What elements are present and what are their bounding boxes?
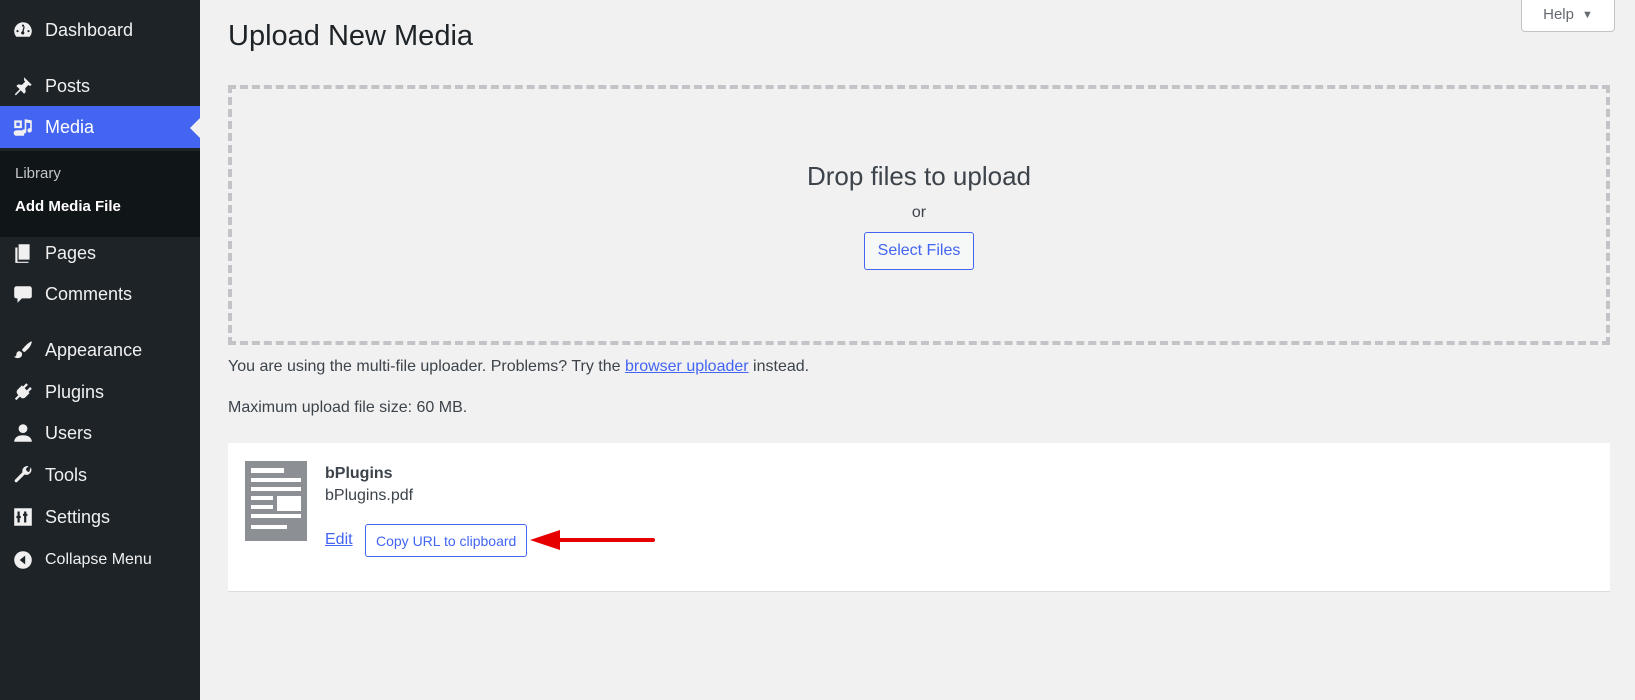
select-files-button[interactable]: Select Files	[863, 231, 975, 270]
copy-url-button[interactable]: Copy URL to clipboard	[365, 524, 528, 557]
pages-icon	[0, 242, 45, 264]
media-submenu: Library Add Media File	[0, 151, 200, 237]
max-upload-size: Maximum upload file size: 60 MB.	[228, 399, 468, 416]
sidebar-item-label: Pages	[45, 242, 97, 263]
collapse-icon	[0, 549, 45, 571]
media-title: bPlugins	[325, 465, 393, 482]
uploaded-media-item: bPlugins bPlugins.pdf Edit Copy URL to c…	[228, 443, 1610, 592]
sidebar-item-label: Collapse Menu	[45, 551, 152, 568]
upload-dropzone[interactable]: Drop files to upload or Select Files	[228, 85, 1610, 345]
caret-down-icon: ▼	[1581, 8, 1593, 21]
edit-link[interactable]: Edit	[325, 531, 353, 549]
sliders-icon	[0, 506, 45, 528]
uploader-info-suffix: instead.	[753, 358, 810, 375]
user-icon	[0, 422, 45, 444]
help-tab-button[interactable]: Help ▼	[1521, 0, 1615, 32]
sidebar-item-pages[interactable]: Pages	[0, 232, 200, 274]
admin-sidebar: Dashboard Posts Media Library Add Media …	[0, 0, 200, 700]
document-icon	[245, 461, 307, 541]
drop-title: Drop files to upload	[806, 160, 1032, 191]
media-icon	[0, 116, 45, 138]
submenu-item-library[interactable]: Library	[15, 165, 61, 182]
sidebar-item-dashboard[interactable]: Dashboard	[0, 9, 200, 51]
pin-icon	[0, 75, 45, 97]
sidebar-item-posts[interactable]: Posts	[0, 65, 200, 107]
comment-icon	[0, 283, 45, 305]
sidebar-item-label: Users	[45, 422, 93, 443]
sidebar-item-label: Posts	[45, 75, 91, 96]
wrench-icon	[0, 464, 45, 486]
plug-icon	[0, 381, 45, 403]
brush-icon	[0, 339, 45, 361]
drop-or-text: or	[911, 203, 927, 221]
browser-uploader-link[interactable]: browser uploader	[625, 358, 749, 375]
page-title: Upload New Media	[228, 20, 474, 52]
sidebar-item-label: Appearance	[45, 339, 143, 360]
sidebar-item-tools[interactable]: Tools	[0, 454, 200, 496]
sidebar-item-appearance[interactable]: Appearance	[0, 329, 200, 371]
media-filename: bPlugins.pdf	[325, 487, 414, 504]
sidebar-item-plugins[interactable]: Plugins	[0, 371, 200, 413]
sidebar-item-media[interactable]: Media	[0, 106, 200, 148]
sidebar-item-label: Dashboard	[45, 19, 134, 40]
sidebar-item-users[interactable]: Users	[0, 412, 200, 454]
uploader-info: You are using the multi-file uploader. P…	[228, 358, 809, 376]
sidebar-item-label: Tools	[45, 464, 88, 485]
sidebar-item-comments[interactable]: Comments	[0, 273, 200, 315]
uploader-info-prefix: You are using the multi-file uploader. P…	[228, 358, 621, 375]
sidebar-item-label: Settings	[45, 506, 111, 527]
collapse-menu-button[interactable]: Collapse Menu	[0, 539, 200, 581]
sidebar-item-label: Plugins	[45, 381, 105, 402]
sidebar-item-settings[interactable]: Settings	[0, 496, 200, 538]
submenu-item-add-media-file[interactable]: Add Media File	[15, 198, 121, 215]
help-label: Help	[1543, 6, 1574, 23]
sidebar-item-label: Comments	[45, 283, 133, 304]
dashboard-icon	[0, 19, 45, 41]
sidebar-item-label: Media	[45, 116, 95, 137]
red-arrow-annotation	[530, 530, 655, 550]
